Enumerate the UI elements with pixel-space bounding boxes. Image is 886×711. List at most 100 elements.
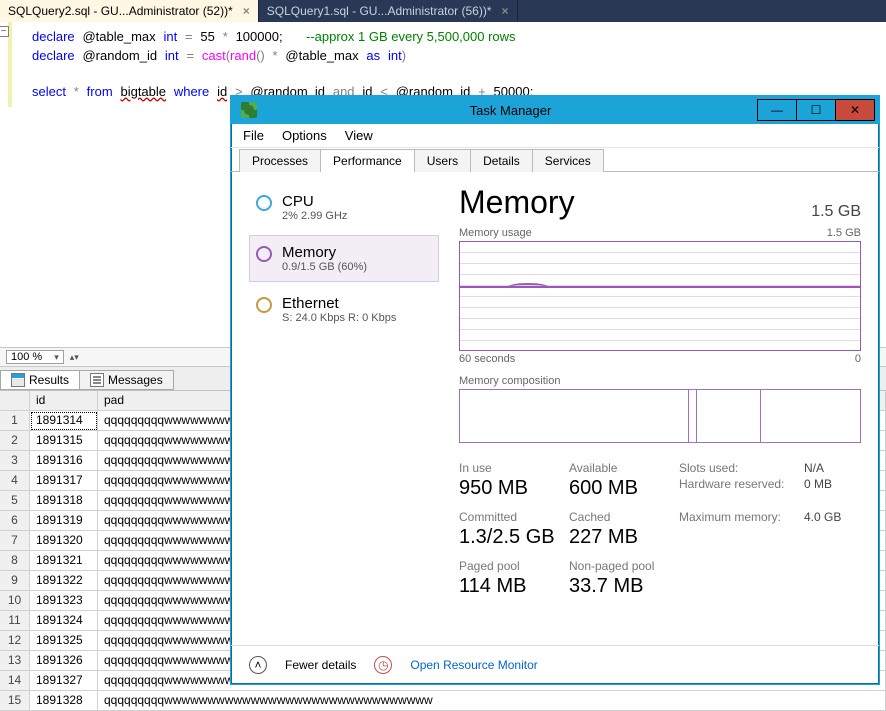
- row-num: 6: [0, 511, 30, 531]
- cell-id[interactable]: 1891322: [30, 571, 98, 591]
- cell-id[interactable]: 1891316: [30, 451, 98, 471]
- cell-id[interactable]: 1891317: [30, 471, 98, 491]
- cell-id[interactable]: 1891319: [30, 511, 98, 531]
- cell-id[interactable]: 1891325: [30, 631, 98, 651]
- inuse-value: 950 MB: [459, 477, 569, 500]
- tab-users[interactable]: Users: [414, 149, 471, 172]
- window-title: Task Manager: [263, 103, 758, 118]
- row-num: 1: [0, 411, 30, 431]
- mem-title: Memory: [282, 244, 367, 261]
- avail-label: Available: [569, 461, 679, 475]
- col-id[interactable]: id: [30, 391, 98, 411]
- cell-id[interactable]: 1891314: [30, 411, 98, 431]
- composition-label: Memory composition: [459, 375, 861, 387]
- hw-value: 0 MB: [804, 477, 861, 508]
- committed-label: Committed: [459, 510, 569, 524]
- row-num: 11: [0, 611, 30, 631]
- max-value: 4.0 GB: [804, 510, 861, 524]
- nonpaged-label: Non-paged pool: [569, 559, 679, 573]
- tab-messages-label: Messages: [108, 373, 163, 387]
- row-num: 12: [0, 631, 30, 651]
- nonpaged-value: 33.7 MB: [569, 575, 679, 598]
- eth-sub: S: 24.0 Kbps R: 0 Kbps: [282, 312, 396, 324]
- close-icon[interactable]: ×: [501, 4, 508, 18]
- col-rownum[interactable]: [0, 391, 30, 411]
- cpu-title: CPU: [282, 193, 347, 210]
- memory-composition-chart[interactable]: [459, 389, 861, 443]
- zoom-dropdown[interactable]: 100 %: [6, 350, 64, 364]
- paged-label: Paged pool: [459, 559, 569, 573]
- memory-stats: In use Available Slots used: N/A 950 MB …: [459, 461, 861, 606]
- resource-monitor-icon[interactable]: ◷: [374, 656, 392, 674]
- editor-tab-1[interactable]: SQLQuery2.sql - GU...Administrator (52))…: [0, 0, 259, 22]
- tab-messages[interactable]: Messages: [79, 370, 174, 390]
- tab-performance[interactable]: Performance: [320, 149, 415, 172]
- mem-sub: 0.9/1.5 GB (60%): [282, 261, 367, 273]
- memory-heading: Memory: [459, 184, 575, 221]
- row-num: 15: [0, 691, 30, 711]
- cell-id[interactable]: 1891327: [30, 671, 98, 691]
- avail-value: 600 MB: [569, 477, 679, 500]
- cell-id[interactable]: 1891328: [30, 691, 98, 711]
- maximize-button[interactable]: ☐: [796, 99, 836, 121]
- taskmgr-icon: [241, 102, 257, 118]
- cell-id[interactable]: 1891318: [30, 491, 98, 511]
- grid-icon: [11, 373, 25, 387]
- cell-id[interactable]: 1891323: [30, 591, 98, 611]
- titlebar[interactable]: Task Manager — ☐ ✕: [231, 96, 879, 124]
- cell-pad[interactable]: qqqqqqqqqwwwwwwwwwwwwwwwwwwwwwwwwwwwwwww: [98, 691, 886, 711]
- tab-details[interactable]: Details: [470, 149, 533, 172]
- menu-file[interactable]: File: [243, 128, 264, 143]
- cpu-sub: 2% 2.99 GHz: [282, 210, 347, 222]
- row-num: 14: [0, 671, 30, 691]
- row-num: 10: [0, 591, 30, 611]
- hw-label: Hardware reserved:: [679, 477, 804, 508]
- row-num: 8: [0, 551, 30, 571]
- menu-options[interactable]: Options: [282, 128, 327, 143]
- max-label: Maximum memory:: [679, 510, 804, 524]
- metric-list: CPU 2% 2.99 GHz Memory 0.9/1.5 GB (60%) …: [249, 184, 439, 633]
- editor-tab-2[interactable]: SQLQuery1.sql - GU...Administrator (56))…: [259, 0, 518, 22]
- chevron-up-icon[interactable]: ˄: [249, 656, 267, 674]
- tm-tabstrip: Processes Performance Users Details Serv…: [231, 148, 879, 171]
- row-num: 13: [0, 651, 30, 671]
- task-manager-window: Task Manager — ☐ ✕ File Options View Pro…: [230, 95, 880, 685]
- close-icon[interactable]: ×: [243, 4, 250, 18]
- cell-id[interactable]: 1891321: [30, 551, 98, 571]
- x-axis-left: 60 seconds: [459, 353, 515, 365]
- open-resource-monitor-link[interactable]: Open Resource Monitor: [410, 658, 537, 672]
- cell-id[interactable]: 1891320: [30, 531, 98, 551]
- collapse-icon[interactable]: −: [0, 26, 9, 37]
- close-button[interactable]: ✕: [835, 99, 875, 121]
- row-num: 5: [0, 491, 30, 511]
- tab-results[interactable]: Results: [0, 370, 80, 390]
- zoom-value: 100 %: [11, 351, 42, 363]
- x-axis-right: 0: [855, 353, 861, 365]
- editor-tab-strip: SQLQuery2.sql - GU...Administrator (52))…: [0, 0, 886, 22]
- memory-panel: Memory 1.5 GB Memory usage 1.5 GB 60 sec…: [459, 184, 861, 633]
- minimize-button[interactable]: —: [757, 99, 797, 121]
- row-num: 3: [0, 451, 30, 471]
- inuse-label: In use: [459, 461, 569, 475]
- paged-value: 114 MB: [459, 575, 569, 598]
- zoom-spinner[interactable]: ▴▾: [70, 352, 79, 363]
- row-num: 9: [0, 571, 30, 591]
- tab-services[interactable]: Services: [532, 149, 604, 172]
- cell-id[interactable]: 1891326: [30, 651, 98, 671]
- menu-view[interactable]: View: [345, 128, 373, 143]
- metric-memory[interactable]: Memory 0.9/1.5 GB (60%): [249, 235, 439, 282]
- slots-value: N/A: [804, 461, 861, 475]
- editor-tab-1-label: SQLQuery2.sql - GU...Administrator (52))…: [8, 4, 233, 18]
- metric-cpu[interactable]: CPU 2% 2.99 GHz: [249, 184, 439, 231]
- slots-label: Slots used:: [679, 461, 804, 475]
- cached-value: 227 MB: [569, 526, 679, 549]
- usage-max: 1.5 GB: [827, 227, 861, 239]
- ethernet-ring-icon: [256, 297, 272, 313]
- cell-id[interactable]: 1891324: [30, 611, 98, 631]
- metric-ethernet[interactable]: Ethernet S: 24.0 Kbps R: 0 Kbps: [249, 286, 439, 333]
- tab-processes[interactable]: Processes: [239, 149, 321, 172]
- table-row[interactable]: 151891328qqqqqqqqqwwwwwwwwwwwwwwwwwwwwww…: [0, 691, 886, 711]
- memory-usage-chart[interactable]: [459, 241, 861, 351]
- fewer-details-link[interactable]: Fewer details: [285, 658, 356, 672]
- cell-id[interactable]: 1891315: [30, 431, 98, 451]
